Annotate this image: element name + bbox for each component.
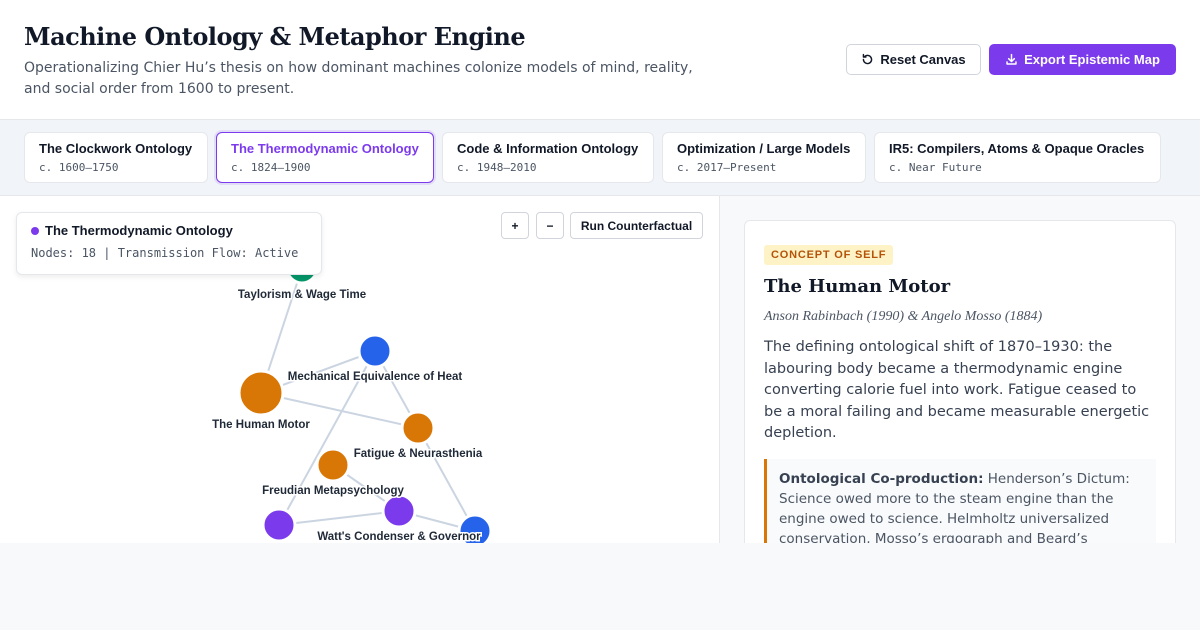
tab-ir5[interactable]: IR5: Compilers, Atoms & Opaque Oracles c… <box>874 132 1161 183</box>
reset-canvas-button[interactable]: Reset Canvas <box>846 44 981 75</box>
zoom-out-button[interactable]: − <box>536 212 564 239</box>
info-card-title-row: The Thermodynamic Ontology <box>31 223 307 238</box>
export-map-button[interactable]: Export Epistemic Map <box>989 44 1176 75</box>
tab-range: c. Near Future <box>889 161 982 174</box>
graph-node-human-motor[interactable] <box>237 369 285 417</box>
node-label-watt: Watt's Condenser & Governor <box>317 531 481 543</box>
tab-range: c. 1948–2010 <box>457 161 537 174</box>
graph-node-fatigue[interactable] <box>400 410 436 446</box>
run-counterfactual-button[interactable]: Run Counterfactual <box>570 212 703 239</box>
graph-node-unlabeled-purple[interactable] <box>261 507 297 543</box>
concept-card: CONCEPT OF SELF The Human Motor Anson Ra… <box>744 220 1176 543</box>
node-label-fatigue: Fatigue & Neurasthenia <box>354 448 483 460</box>
reset-canvas-label: Reset Canvas <box>880 52 966 67</box>
reset-icon <box>863 53 873 65</box>
app-title: Machine Ontology & Metaphor Engine <box>24 22 526 51</box>
tab-optimization[interactable]: Optimization / Large Models c. 2017–Pres… <box>662 132 866 183</box>
tab-range: c. 1824–1900 <box>231 161 311 174</box>
ontology-info-card: The Thermodynamic Ontology Nodes: 18 | T… <box>16 212 322 275</box>
tab-title: The Thermodynamic Ontology <box>231 141 419 156</box>
concept-badge: CONCEPT OF SELF <box>764 245 894 265</box>
graph-node-mechanical-equivalence[interactable] <box>357 333 393 369</box>
quote-label: Ontological Co-production: <box>779 470 984 487</box>
detail-panel: CONCEPT OF SELF The Human Motor Anson Ra… <box>721 196 1200 543</box>
graph-node-freudian[interactable] <box>315 447 351 483</box>
graph-edge <box>417 427 476 532</box>
concept-title: The Human Motor <box>764 276 951 297</box>
tab-code-information[interactable]: Code & Information Ontology c. 1948–2010 <box>442 132 654 183</box>
app-header: Machine Ontology & Metaphor Engine Opera… <box>0 0 1200 120</box>
tab-clockwork[interactable]: The Clockwork Ontology c. 1600–1750 <box>24 132 208 183</box>
export-map-label: Export Epistemic Map <box>1024 52 1160 67</box>
tab-range: c. 2017–Present <box>677 161 777 174</box>
info-card-title: The Thermodynamic Ontology <box>45 223 233 238</box>
tab-title: IR5: Compilers, Atoms & Opaque Oracles <box>889 141 1145 156</box>
tab-range: c. 1600–1750 <box>39 161 119 174</box>
node-label-taylorism: Taylorism & Wage Time <box>238 289 366 301</box>
graph-node-watt[interactable] <box>381 493 417 529</box>
concept-body: The defining ontological shift of 1870–1… <box>764 339 1150 441</box>
era-tabs: The Clockwork Ontology c. 1600–1750 The … <box>0 120 1200 196</box>
status-dot-icon <box>31 226 39 235</box>
zoom-in-button[interactable]: + <box>501 212 529 239</box>
concept-source: Anson Rabinbach (1990) & Angelo Mosso (1… <box>764 309 1043 324</box>
node-label-mechanical-equivalence: Mechanical Equivalence of Heat <box>288 371 463 383</box>
info-card-meta: Nodes: 18 | Transmission Flow: Active <box>31 246 299 260</box>
tab-title: Code & Information Ontology <box>457 141 639 156</box>
tab-title: Optimization / Large Models <box>677 141 851 156</box>
node-label-human-motor: The Human Motor <box>212 419 310 431</box>
download-icon <box>1006 53 1017 65</box>
tab-title: The Clockwork Ontology <box>39 141 193 156</box>
co-production-quote: Ontological Co-production: Henderson’s D… <box>764 458 1156 543</box>
app-subtitle: Operationalizing Chier Hu’s thesis on ho… <box>24 60 693 97</box>
node-label-freudian: Freudian Metapsychology <box>262 485 404 497</box>
tab-thermodynamic[interactable]: The Thermodynamic Ontology c. 1824–1900 <box>216 132 434 183</box>
graph-edge <box>278 510 400 526</box>
graph-canvas[interactable]: Taylorism & Wage Time Mechanical Equival… <box>0 196 720 543</box>
